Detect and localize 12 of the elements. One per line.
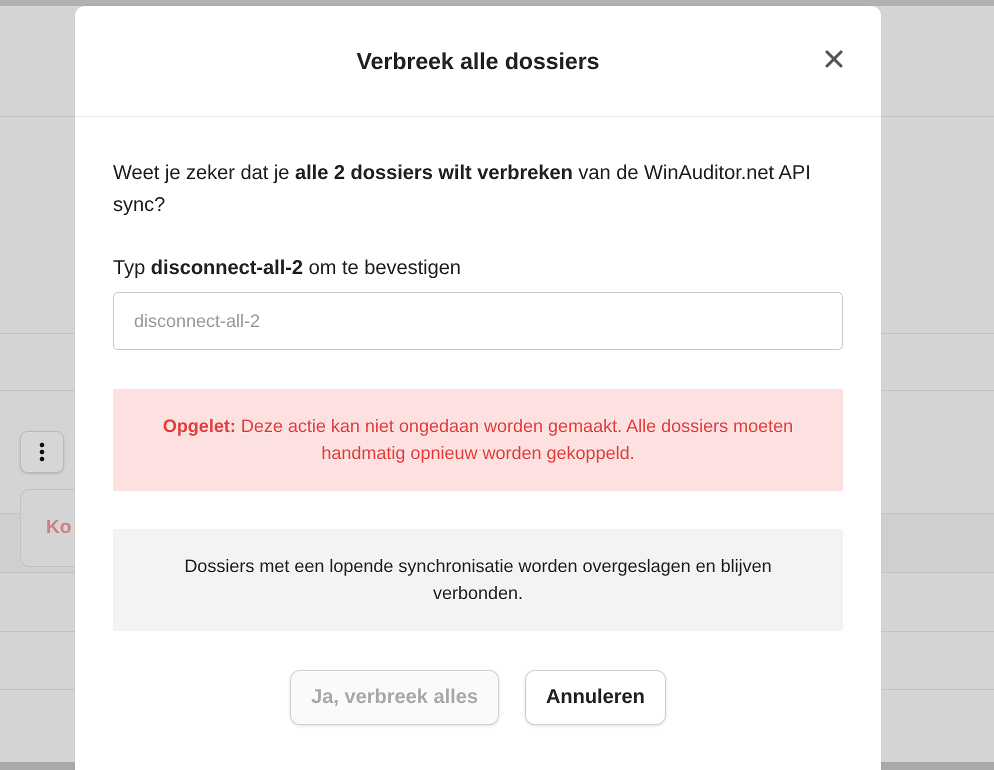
menu-item[interactable]: Ko — [46, 517, 72, 539]
field-label: Typ disconnect-all-2 om te bevestigen — [113, 257, 462, 280]
kebab-icon — [39, 442, 45, 462]
close-button[interactable] — [823, 48, 845, 70]
confirm-input-field[interactable]: disconnect-all-2 — [113, 292, 843, 350]
cancel-button[interactable]: Annuleren — [524, 670, 666, 725]
dialog-title: Verbreek alle dossiers — [356, 48, 600, 74]
close-icon — [825, 50, 843, 68]
info-message: Dossiers met een lopende synchronisatie worden overgeslagen en blijven verbonden. — [113, 529, 843, 631]
confirm-message: Weet je zeker dat je alle 2 dossiers wilt verbreken van de WinAuditor.net API sync? — [113, 161, 812, 218]
more-button[interactable] — [20, 431, 64, 473]
warning-message: Opgelet: Deze actie kan niet ongedaan worden gemaakt. Alle dossiers moeten handmatig opnieuw worden gekoppeld. — [162, 415, 794, 465]
